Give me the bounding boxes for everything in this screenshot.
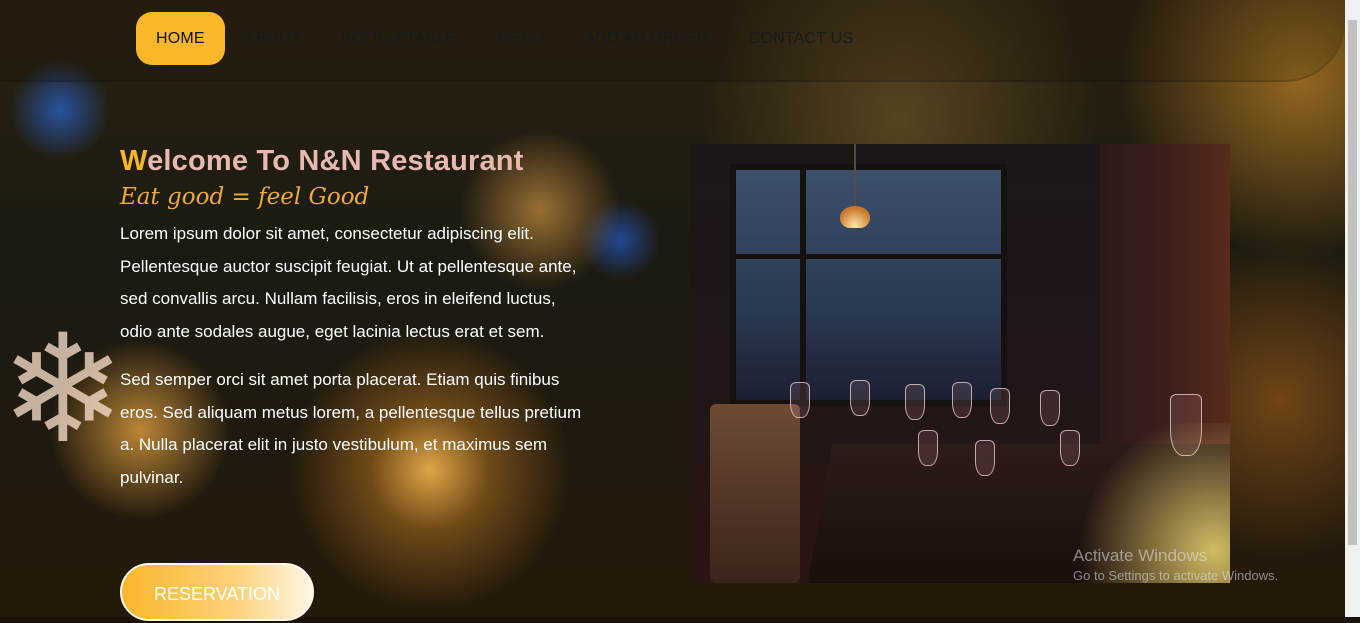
photo-glass [1040,390,1060,426]
nav-contact-us[interactable]: CONTACT US [729,12,874,65]
photo-lamp-cord [854,144,856,206]
photo-glass [952,382,972,418]
photo-chair [710,404,800,583]
vertical-scrollbar[interactable] [1345,0,1360,617]
photo-window-frame [730,254,1007,259]
title-first-letter: W [120,145,148,177]
nav-menu[interactable]: MENU [477,12,565,65]
photo-glass [918,430,938,466]
restaurant-interior-image [690,144,1230,583]
photo-window [730,164,1007,406]
reservation-button[interactable]: RESERVATION [120,563,314,621]
nav-about[interactable]: ABOUT [225,12,321,65]
tagline: Eat good = feel Good [120,184,370,210]
nav-home[interactable]: HOME [136,12,225,65]
hero-content: Welcome To N&N Restaurant Eat good = fee… [120,145,590,510]
scrollbar-thumb[interactable] [1348,20,1357,545]
main-nav: HOME ABOUT BOOK A TABLE MENU ADD AN ORDE… [136,12,873,65]
intro-paragraph-2: Sed semper orci sit amet porta placerat.… [120,370,582,487]
photo-window-frame [800,164,806,406]
watermark-title: Activate Windows [1073,546,1208,565]
photo-glass [850,380,870,416]
navbar: HOME ABOUT BOOK A TABLE MENU ADD AN ORDE… [0,0,1345,80]
intro-paragraph-1: Lorem ipsum dolor sit amet, consectetur … [120,224,577,341]
snowflake-decoration-icon: ❄ [0,303,126,477]
title-rest: elcome To N&N Restaurant [147,145,524,177]
nav-add-an-order[interactable]: ADD AN ORDER [565,12,729,65]
photo-lamp [840,206,870,228]
nav-book-a-table[interactable]: BOOK A TABLE [321,12,477,65]
page-title: Welcome To N&N Restaurant [120,145,590,178]
watermark-subtitle: Go to Settings to activate Windows. [1073,568,1279,583]
photo-glass [990,388,1010,424]
photo-glass [790,382,810,418]
photo-glass [905,384,925,420]
activate-windows-watermark: Activate Windows Go to Settings to activ… [1073,546,1278,583]
photo-glass [975,440,995,476]
